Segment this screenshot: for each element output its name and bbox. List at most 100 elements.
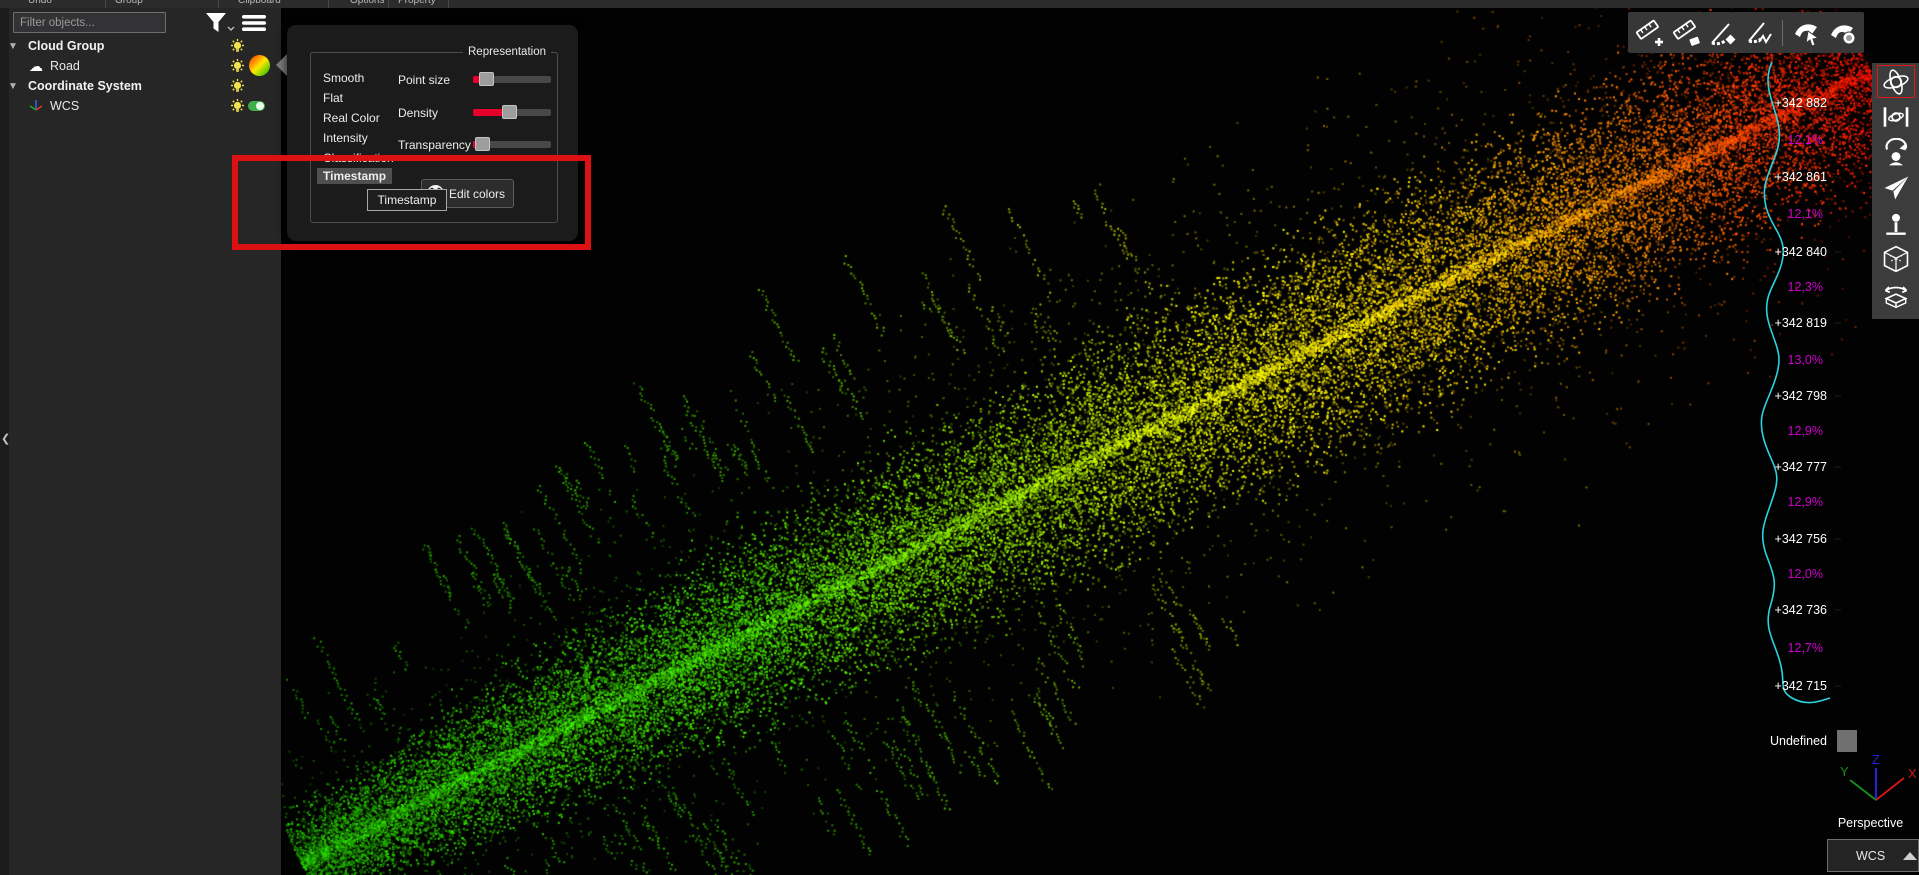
view-cube-icon: [1881, 244, 1911, 274]
ribbon-strip: Undo Group Clipboard Options Property: [0, 0, 1919, 8]
axes-icon: [28, 98, 44, 115]
groupbox-title: Representation: [463, 46, 551, 58]
measure-angle-icon: [1707, 18, 1737, 48]
colorbar-value: +342 756: [1752, 532, 1827, 546]
measurement-toolbar: [1628, 12, 1864, 53]
tree-label: Coordinate System: [28, 79, 142, 93]
color-mode-swatch[interactable]: [249, 55, 270, 76]
collapse-sidebar-arrow[interactable]: ❮: [1, 432, 10, 445]
colorbar-percent: 12,9%: [1753, 424, 1823, 438]
colorbar-value: +342 777: [1752, 460, 1827, 474]
orbit-constrained-tool-button[interactable]: [1877, 101, 1915, 134]
measure-angle-profile-icon: [1744, 18, 1774, 48]
coordinate-system-dropdown[interactable]: WCS: [1827, 839, 1919, 872]
fly-tool-button[interactable]: [1877, 172, 1915, 205]
colorbar-value: +342 861: [1752, 170, 1827, 184]
mode-flat[interactable]: Flat: [317, 90, 349, 106]
ribbon-group-property: Property: [398, 0, 436, 6]
colorbar-value: +342 840: [1752, 245, 1827, 259]
pick-select-icon: [1791, 18, 1821, 48]
slider-thumb[interactable]: [502, 105, 517, 119]
toolbar-separator: [1782, 20, 1783, 46]
paper-plane-icon: [1881, 173, 1911, 203]
pick-select-button[interactable]: [1791, 17, 1822, 49]
axis-y-label: Y: [1840, 764, 1849, 779]
colorbar-percent: 12,1%: [1753, 207, 1823, 221]
colorbar-value: +342 819: [1752, 316, 1827, 330]
colorbar-value: +342 798: [1752, 389, 1827, 403]
measure-angle-profile-button[interactable]: [1744, 17, 1775, 49]
tree-item-road[interactable]: ☁ Road: [0, 56, 281, 76]
look-around-tool-button[interactable]: [1877, 136, 1915, 169]
point-size-slider[interactable]: [473, 76, 551, 83]
bulb-icon[interactable]: [230, 59, 245, 77]
measure-angle-button[interactable]: [1707, 17, 1738, 49]
orbit-constrained-icon: [1881, 102, 1911, 132]
ribbon-group-undo: Undo: [28, 0, 52, 6]
filter-objects-input[interactable]: [13, 12, 166, 33]
transparency-slider[interactable]: [473, 141, 551, 148]
tree-item-wcs[interactable]: WCS: [0, 96, 281, 116]
orbit-icon: [1881, 67, 1911, 97]
object-tree-sidebar: ▼ Cloud Group ☁ Road ▼ Coordinate System: [0, 8, 281, 875]
bulb-icon[interactable]: [230, 39, 245, 57]
axis-x-label: X: [1908, 766, 1917, 781]
chevron-up-icon: [1903, 852, 1917, 860]
hamburger-icon: [241, 13, 267, 33]
rotate-box-icon: [1881, 280, 1911, 310]
walk-tool-button[interactable]: [1877, 207, 1915, 240]
measure-remove-icon: [1671, 18, 1701, 48]
measure-add-button[interactable]: [1634, 17, 1665, 49]
colorbar-value: +342 715: [1752, 679, 1827, 693]
pick-tag-icon: [1828, 18, 1858, 48]
colorbar-percent: 12,1%: [1753, 133, 1823, 147]
application-window: Undo Group Clipboard Options Property: [0, 0, 1919, 875]
cloud-icon: ☁: [28, 58, 44, 75]
slider-thumb[interactable]: [479, 72, 494, 86]
tree-menu-button[interactable]: [241, 10, 267, 35]
transparency-label: Transparency: [398, 138, 471, 152]
axis-z-label: Z: [1872, 752, 1880, 767]
measure-remove-button[interactable]: [1671, 17, 1702, 49]
pick-tag-button[interactable]: [1827, 17, 1858, 49]
slider-thumb[interactable]: [475, 137, 490, 151]
ribbon-group-options: Options: [350, 0, 384, 6]
undefined-label: Undefined: [1752, 734, 1827, 748]
colorbar-value: +342 882: [1752, 96, 1827, 110]
tree-label: WCS: [50, 99, 79, 113]
tree-label: Road: [50, 59, 80, 73]
orbit-tool-button[interactable]: [1877, 65, 1915, 98]
navigation-toolbar: [1872, 63, 1919, 319]
colorbar-percent: 12,0%: [1753, 567, 1823, 581]
mode-smooth[interactable]: Smooth: [317, 70, 370, 86]
ribbon-group-group: Group: [115, 0, 143, 6]
bulb-icon[interactable]: [230, 79, 245, 97]
undefined-swatch[interactable]: [1837, 730, 1857, 752]
walk-icon: [1881, 209, 1911, 239]
view-cube-tool-button[interactable]: [1877, 243, 1915, 276]
mode-real-color[interactable]: Real Color: [317, 110, 386, 126]
annotation-rectangle: [232, 155, 591, 250]
projection-label: Perspective: [1828, 816, 1913, 830]
point-size-label: Point size: [398, 73, 450, 87]
tree-item-cloud-group[interactable]: ▼ Cloud Group: [0, 36, 281, 56]
colorbar-percent: 13,0%: [1753, 353, 1823, 367]
visibility-toggle[interactable]: [248, 101, 265, 111]
colorbar-value: +342 736: [1752, 603, 1827, 617]
funnel-icon: [203, 11, 229, 35]
filter-button[interactable]: [203, 10, 235, 35]
measure-add-icon: [1634, 18, 1664, 48]
axis-gizmo: Z X Y: [1838, 752, 1918, 808]
bulb-icon[interactable]: [230, 99, 245, 117]
colorbar-percent: 12,9%: [1753, 495, 1823, 509]
cs-dropdown-label: WCS: [1856, 849, 1885, 863]
tree-label: Cloud Group: [28, 39, 104, 53]
chevron-down-icon: [227, 26, 235, 32]
colorbar-percent: 12,7%: [1753, 641, 1823, 655]
ribbon-group-clipboard: Clipboard: [238, 0, 281, 6]
density-slider[interactable]: [473, 109, 551, 116]
mode-intensity[interactable]: Intensity: [317, 130, 374, 146]
rotate-box-tool-button[interactable]: [1877, 278, 1915, 311]
tree-item-coordinate-system[interactable]: ▼ Coordinate System: [0, 76, 281, 96]
density-label: Density: [398, 106, 438, 120]
